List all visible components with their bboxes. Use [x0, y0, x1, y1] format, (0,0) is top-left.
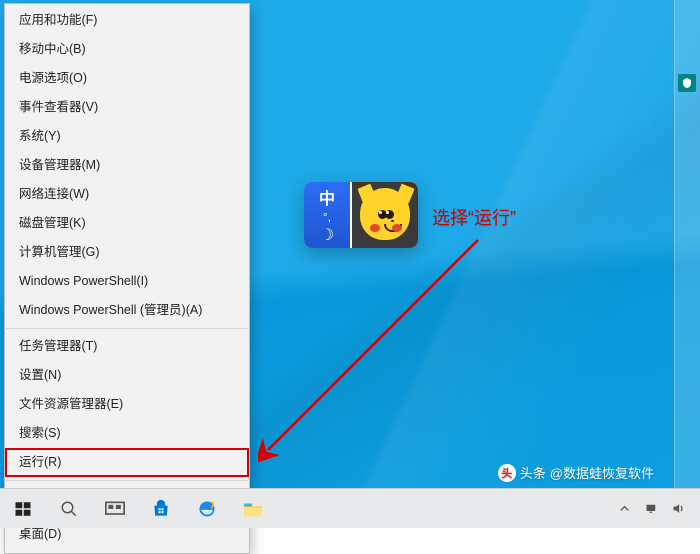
menu-network-connections[interactable]: 网络连接(W) — [5, 180, 249, 209]
menu-powershell-admin[interactable]: Windows PowerShell (管理员)(A) — [5, 296, 249, 325]
annotation-arrow — [258, 232, 498, 462]
menu-run[interactable]: 运行(R) — [5, 448, 249, 477]
menu-settings[interactable]: 设置(N) — [5, 361, 249, 390]
menu-computer-management[interactable]: 计算机管理(G) — [5, 238, 249, 267]
winx-menu: 应用和功能(F) 移动中心(B) 电源选项(O) 事件查看器(V) 系统(Y) … — [4, 3, 250, 554]
menu-powershell[interactable]: Windows PowerShell(I) — [5, 267, 249, 296]
menu-mobility-center[interactable]: 移动中心(B) — [5, 35, 249, 64]
annotation-text: 选择“运行” — [432, 204, 516, 230]
task-view-icon — [105, 501, 125, 517]
security-tray-icon[interactable] — [678, 74, 696, 92]
watermark: 头 头条 @数据蛙恢复软件 — [498, 463, 654, 482]
desktop: 中 °, ☽ 选择“运行” 应用和功能(F) 移动中心(B) 电源选项(O) 事… — [0, 0, 700, 528]
start-button[interactable] — [0, 489, 46, 529]
menu-apps-features[interactable]: 应用和功能(F) — [5, 6, 249, 35]
menu-disk-management[interactable]: 磁盘管理(K) — [5, 209, 249, 238]
ime-tile[interactable]: 中 °, ☽ — [304, 182, 352, 248]
ime-lang-label: 中 — [319, 185, 335, 209]
taskbar-app-explorer[interactable] — [230, 489, 276, 529]
watermark-logo: 头 — [498, 464, 516, 482]
tray-chevron-icon[interactable] — [617, 501, 632, 516]
menu-device-manager[interactable]: 设备管理器(M) — [5, 151, 249, 180]
menu-file-explorer[interactable]: 文件资源管理器(E) — [5, 390, 249, 419]
search-icon — [60, 500, 78, 518]
menu-task-manager[interactable]: 任务管理器(T) — [5, 332, 249, 361]
menu-event-viewer[interactable]: 事件查看器(V) — [5, 93, 249, 122]
taskbar-app-ie[interactable] — [184, 489, 230, 529]
menu-separator — [6, 480, 248, 481]
file-explorer-icon — [242, 500, 264, 518]
taskbar — [0, 488, 700, 528]
pikachu-avatar — [352, 182, 418, 248]
ie-icon — [197, 499, 217, 519]
watermark-prefix: 头条 — [520, 463, 546, 482]
menu-system[interactable]: 系统(Y) — [5, 122, 249, 151]
menu-separator — [6, 328, 248, 329]
taskbar-app-store[interactable] — [138, 489, 184, 529]
watermark-handle: @数据蛙恢复软件 — [550, 463, 654, 482]
taskbar-search-button[interactable] — [46, 489, 92, 529]
ime-mode-label: ☽ — [320, 225, 334, 245]
menu-search[interactable]: 搜索(S) — [5, 419, 249, 448]
tray-volume-icon[interactable] — [671, 501, 686, 516]
tray-network-icon[interactable] — [644, 501, 659, 516]
ime-punct-label: °, — [323, 210, 331, 224]
ime-floating-widget[interactable]: 中 °, ☽ — [304, 182, 418, 248]
store-icon — [151, 499, 171, 519]
windows-logo-icon — [14, 500, 32, 518]
menu-power-options[interactable]: 电源选项(O) — [5, 64, 249, 93]
task-view-button[interactable] — [92, 489, 138, 529]
